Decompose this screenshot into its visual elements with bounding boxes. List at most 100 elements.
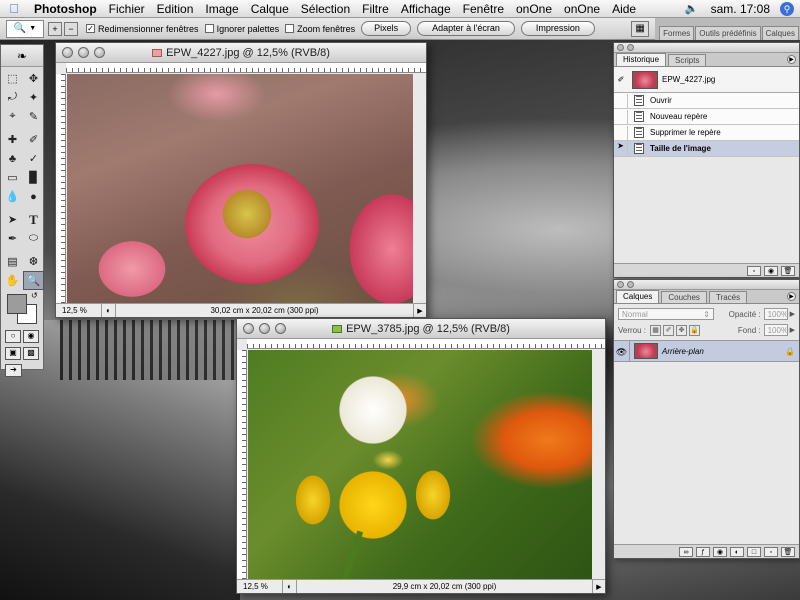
blend-mode-select[interactable]: Normal ⇕ <box>618 308 714 320</box>
history-state[interactable]: Supprimer le repère <box>614 125 799 141</box>
pen-tool-icon[interactable]: ✒ <box>2 229 23 248</box>
menu-calque[interactable]: Calque <box>245 2 295 16</box>
iris-image-canvas[interactable] <box>248 350 592 590</box>
standard-mode-icon[interactable]: ○ <box>5 330 21 343</box>
close-icon[interactable] <box>617 281 624 288</box>
layer-style-icon[interactable]: ƒ <box>696 546 710 557</box>
link-layers-icon[interactable]: ∞ <box>679 546 693 557</box>
history-state[interactable]: Nouveau repère <box>614 109 799 125</box>
fill-input[interactable]: 100% <box>763 324 788 336</box>
menu-onone-2[interactable]: onOne <box>558 2 606 16</box>
healing-brush-icon[interactable]: ✚ <box>2 130 23 149</box>
menu-affichage[interactable]: Affichage <box>395 2 457 16</box>
menu-image[interactable]: Image <box>199 2 244 16</box>
trash-icon[interactable]: 🗑 <box>781 546 795 557</box>
slice-tool-icon[interactable]: ✎ <box>23 107 44 126</box>
status-menu-arrow-icon[interactable]: ▶ <box>593 583 605 591</box>
lock-position-icon[interactable]: ✥ <box>676 324 688 336</box>
pixels-button[interactable]: Pixels <box>361 21 412 36</box>
eyedropper-tool-icon[interactable]: ❆ <box>23 252 44 271</box>
well-tab-calques[interactable]: Calques <box>761 25 799 40</box>
eye-icon[interactable]: 👁 <box>614 341 630 361</box>
blur-tool-icon[interactable]: 💧 <box>2 187 23 206</box>
lock-pixels-icon[interactable]: ✐ <box>663 324 675 336</box>
document-titlebar[interactable]: EPW_3785.jpg @ 12,5% (RVB/8) <box>237 319 605 339</box>
minimize-icon[interactable] <box>78 47 89 58</box>
palette-menu-icon[interactable]: ▶ <box>787 292 796 301</box>
status-icon[interactable]: ◐ <box>102 304 116 317</box>
zoom-windows-checkbox[interactable]: Zoom fenêtres <box>285 24 355 34</box>
vertical-ruler[interactable] <box>237 350 247 580</box>
opacity-arrow-icon[interactable]: ▶ <box>790 310 795 318</box>
tab-scripts[interactable]: Scripts <box>668 54 707 66</box>
menu-aide[interactable]: Aide <box>606 2 642 16</box>
move-tool-icon[interactable]: ✥ <box>23 69 44 88</box>
palette-header[interactable] <box>614 280 799 290</box>
menu-clock[interactable]: sam. 17:08 <box>705 2 776 16</box>
close-icon[interactable] <box>62 47 73 58</box>
menu-fenetre[interactable]: Fenêtre <box>457 2 510 16</box>
palette-menu-icon[interactable]: ▶ <box>787 55 796 64</box>
screen-mode-full-icon[interactable]: ▩ <box>23 347 39 360</box>
color-swatches[interactable]: ↺ <box>1 290 43 328</box>
document-titlebar[interactable]: EPW_4227.jpg @ 12,5% (RVB/8) <box>56 43 426 63</box>
tab-historique[interactable]: Historique <box>616 53 667 66</box>
tool-preset-picker[interactable]: 🔍 ▼ <box>6 19 44 38</box>
history-brush-icon[interactable]: ✓ <box>23 149 44 168</box>
quick-mask-icon[interactable]: ◉ <box>23 330 39 343</box>
vertical-ruler[interactable] <box>56 74 66 304</box>
collapse-icon[interactable] <box>627 44 634 51</box>
foreground-color-swatch[interactable] <box>7 294 27 314</box>
clone-stamp-icon[interactable]: ♣ <box>2 149 23 168</box>
zoom-window-icon[interactable] <box>94 47 105 58</box>
close-icon[interactable] <box>243 323 254 334</box>
layer-mask-icon[interactable]: ◉ <box>713 546 727 557</box>
zoom-tool-icon[interactable]: 🔍 <box>23 271 44 290</box>
brush-tool-icon[interactable]: ✐ <box>23 130 44 149</box>
menu-selection[interactable]: Sélection <box>295 2 356 16</box>
history-brush-source-icon[interactable]: ✐ <box>614 75 628 84</box>
dodge-tool-icon[interactable]: ● <box>23 187 44 206</box>
status-menu-arrow-icon[interactable]: ▶ <box>414 307 426 315</box>
lock-transparency-icon[interactable]: ▦ <box>650 324 662 336</box>
eraser-tool-icon[interactable]: ▭ <box>2 168 23 187</box>
status-icon[interactable]: ◐ <box>283 580 297 593</box>
magic-wand-tool-icon[interactable]: ✦ <box>23 88 44 107</box>
hand-tool-icon[interactable]: ✋ <box>2 271 23 290</box>
adjustment-layer-icon[interactable]: ◐ <box>730 546 744 557</box>
well-tab-formes[interactable]: Formes <box>659 25 695 40</box>
horizontal-ruler[interactable] <box>66 63 426 73</box>
volume-icon[interactable]: 🔈 <box>679 2 705 15</box>
zoom-level-field[interactable]: 12,5 % <box>56 304 102 317</box>
file-browser-icon[interactable]: ▦ <box>631 20 650 37</box>
lock-all-icon[interactable]: 🔒 <box>689 324 701 336</box>
history-state-current[interactable]: ➤ Taille de l'image <box>614 141 799 157</box>
history-state[interactable]: Ouvrir <box>614 93 799 109</box>
layer-row-background[interactable]: 👁 Arrière-plan 🔒 <box>614 340 799 362</box>
crop-tool-icon[interactable]: ⌖ <box>2 107 23 126</box>
menu-onone-1[interactable]: onOne <box>510 2 558 16</box>
zoom-in-icon[interactable]: + <box>48 21 62 36</box>
adobe-feather-icon[interactable]: ❧ <box>1 45 43 67</box>
zoom-out-icon[interactable]: − <box>64 21 78 36</box>
path-selection-icon[interactable]: ➤ <box>2 210 23 229</box>
palette-header[interactable] <box>614 43 799 53</box>
menu-fichier[interactable]: Fichier <box>103 2 151 16</box>
notes-tool-icon[interactable]: ▤ <box>2 252 23 271</box>
fill-arrow-icon[interactable]: ▶ <box>790 326 795 334</box>
minimize-icon[interactable] <box>259 323 270 334</box>
ignore-palettes-checkbox[interactable]: Ignorer palettes <box>204 24 279 34</box>
jump-to-imageready-icon[interactable]: ➔ <box>5 364 22 377</box>
menu-filtre[interactable]: Filtre <box>356 2 395 16</box>
shape-tool-icon[interactable]: ⬭ <box>23 229 44 248</box>
close-icon[interactable] <box>617 44 624 51</box>
fit-screen-button[interactable]: Adapter à l'écran <box>417 21 515 36</box>
resize-windows-checkbox[interactable]: ✓ Redimensionner fenêtres <box>86 24 199 34</box>
menu-edition[interactable]: Edition <box>151 2 200 16</box>
rose-image-canvas[interactable] <box>67 74 413 304</box>
zoom-level-field[interactable]: 12,5 % <box>237 580 283 593</box>
apple-menu-icon[interactable]:  <box>0 1 28 16</box>
opacity-input[interactable]: 100% <box>763 308 788 320</box>
tab-couches[interactable]: Couches <box>661 291 707 303</box>
new-document-from-state-icon[interactable]: ▫ <box>747 265 761 276</box>
